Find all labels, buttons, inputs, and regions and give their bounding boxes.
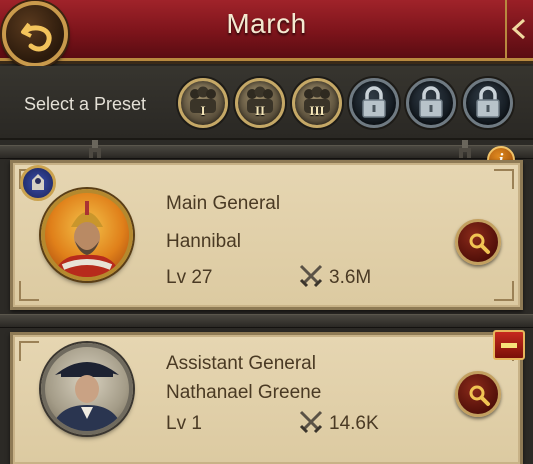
preset-slot-2[interactable]: II <box>235 78 285 128</box>
divider-bar <box>0 145 533 159</box>
lock-icon <box>419 86 443 118</box>
hook-icon <box>89 140 101 158</box>
lock-icon <box>362 86 386 118</box>
preset-label: Select a Preset <box>24 94 147 114</box>
general-level: Lv 1 <box>166 413 202 434</box>
general-power: 3.6M <box>329 267 372 288</box>
preset-numeral: II <box>254 103 266 118</box>
general-role: Assistant General <box>166 353 316 374</box>
preset-slot-6-locked[interactable] <box>463 78 513 128</box>
card-corner <box>19 281 39 301</box>
general-name: Hannibal <box>166 231 241 252</box>
crossed-swords-icon <box>299 410 323 434</box>
close-tab[interactable] <box>505 0 533 58</box>
preset-slot-3[interactable]: III <box>292 78 342 128</box>
preset-slot-4-locked[interactable] <box>349 78 399 128</box>
chevron-left-icon <box>511 18 526 40</box>
back-button[interactable] <box>2 1 68 67</box>
general-role: Main General <box>166 193 281 214</box>
view-general-button[interactable] <box>455 219 501 265</box>
general-portrait-hannibal <box>41 189 133 281</box>
main-general-card[interactable]: Main General Hannibal Lv 27 3.6M <box>10 160 523 310</box>
card-corner <box>494 281 514 301</box>
general-level: Lv 27 <box>166 267 213 288</box>
preset-slot-5-locked[interactable] <box>406 78 456 128</box>
hannibal-portrait-image <box>53 201 121 277</box>
lock-icon <box>476 86 500 118</box>
assistant-general-card[interactable]: Assistant General Nathanael Greene Lv 1 … <box>10 332 523 464</box>
greene-portrait-image <box>51 362 123 431</box>
general-power: 14.6K <box>329 413 379 434</box>
preset-row: Select a Preset I II III <box>0 66 533 140</box>
general-portrait-greene <box>41 343 133 435</box>
crossed-swords-icon <box>299 264 323 288</box>
header-bar: March <box>0 0 533 64</box>
magnifier-icon <box>469 233 490 254</box>
card-corner <box>19 341 39 361</box>
preset-slot-1[interactable]: I <box>178 78 228 128</box>
divider-bar <box>0 314 533 328</box>
knight-icon <box>32 174 44 190</box>
hook-icon <box>459 140 471 158</box>
view-general-button[interactable] <box>455 371 501 417</box>
preset-numeral: III <box>309 103 325 118</box>
general-name: Nathanael Greene <box>166 382 322 403</box>
page-title: March <box>226 8 307 39</box>
card-corner <box>494 169 514 189</box>
back-arrow-icon <box>21 22 52 52</box>
general-emblem-badge <box>20 165 56 201</box>
preset-numeral: I <box>200 103 206 118</box>
magnifier-icon <box>469 385 490 406</box>
remove-assistant-button[interactable] <box>493 330 525 360</box>
